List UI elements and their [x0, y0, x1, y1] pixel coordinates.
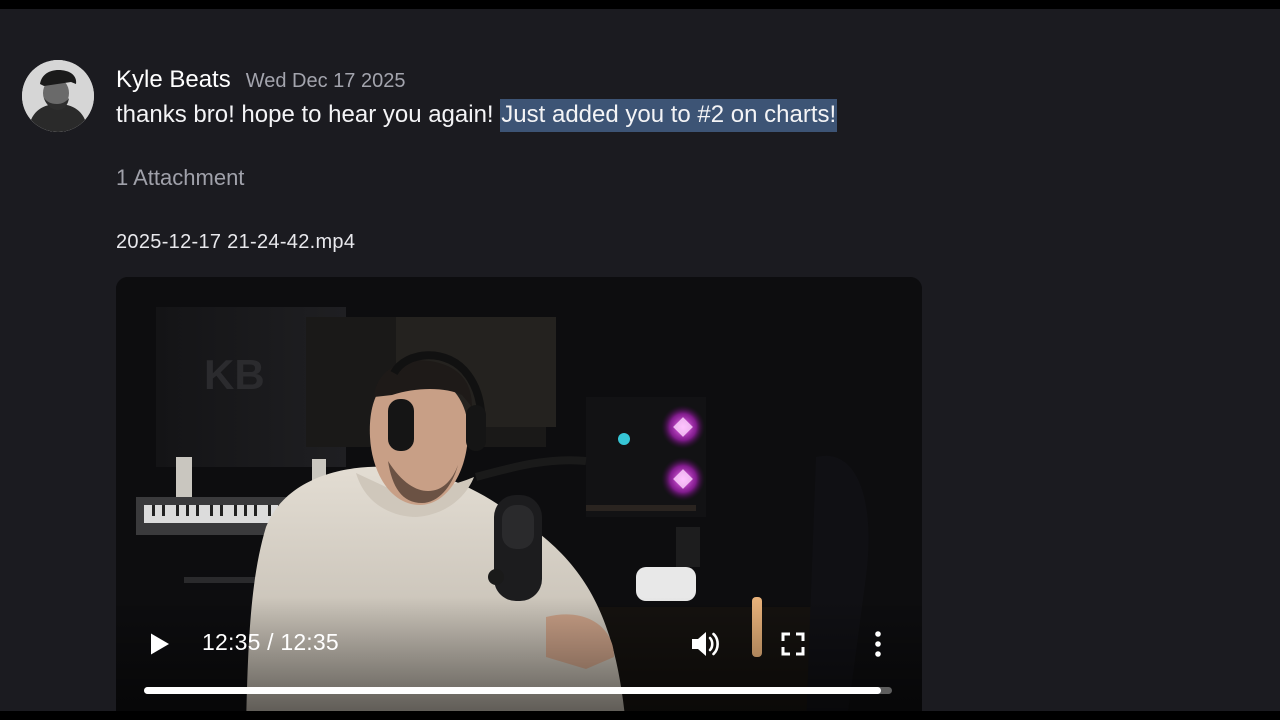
- message-text-selected: Just added you to #2 on charts!: [500, 99, 838, 132]
- play-icon: [151, 633, 169, 655]
- message-header: Kyle Beats Wed Dec 17 2025: [116, 66, 405, 94]
- message-text-plain: thanks bro! hope to hear you again!: [116, 101, 501, 128]
- time-display: 12:35 / 12:35: [202, 629, 339, 655]
- attachment-count: 1 Attachment: [116, 165, 245, 190]
- progress-fill: [144, 687, 881, 694]
- fullscreen-button[interactable]: [778, 629, 808, 659]
- more-options-button[interactable]: [866, 627, 890, 661]
- play-button[interactable]: [144, 628, 176, 660]
- avatar-photo: [22, 60, 94, 132]
- fullscreen-icon: [781, 632, 805, 656]
- avatar[interactable]: [22, 60, 94, 132]
- message-text: thanks bro! hope to hear you again! Just…: [116, 98, 838, 132]
- attachment-file-name[interactable]: 2025-12-17 21-24-42.mp4: [116, 231, 355, 254]
- author-name[interactable]: Kyle Beats: [116, 66, 231, 94]
- progress-bar[interactable]: [144, 687, 892, 694]
- wall-logo: KB: [204, 351, 265, 398]
- volume-button[interactable]: [688, 627, 724, 661]
- chat-page: Kyle Beats Wed Dec 17 2025 thanks bro! h…: [0, 9, 1280, 711]
- volume-icon: [692, 632, 719, 656]
- video-player[interactable]: KB 12:35 / 12:35: [116, 277, 922, 711]
- message-timestamp: Wed Dec 17 2025: [245, 70, 406, 92]
- more-vertical-icon: [875, 631, 881, 657]
